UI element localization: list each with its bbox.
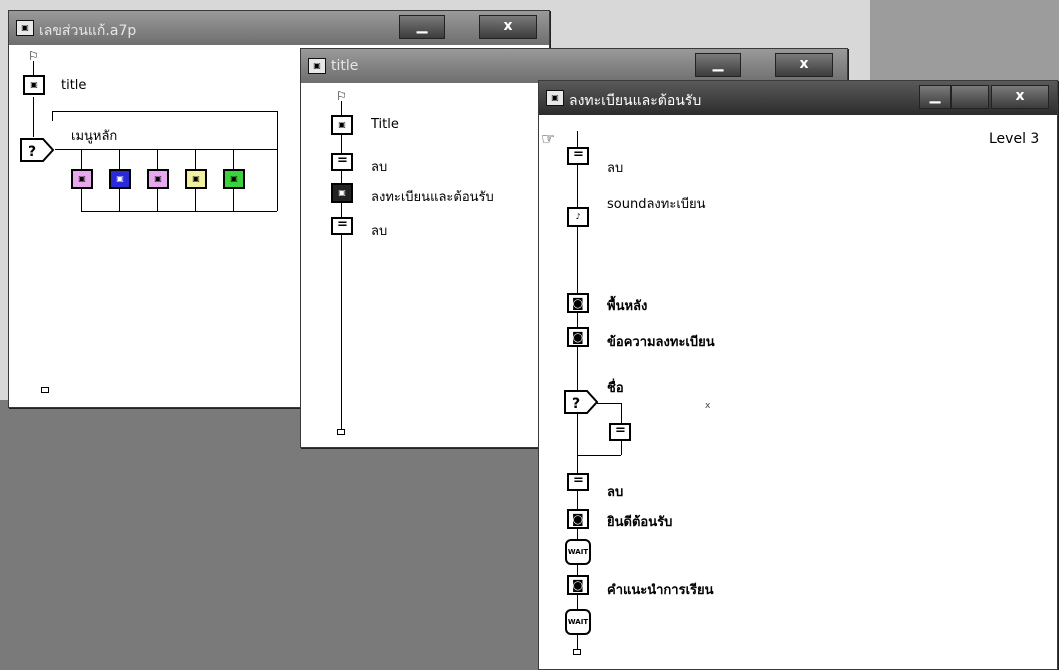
flowline [33,61,34,75]
flow-item-label: ลบ [371,224,388,239]
calculation-icon[interactable] [331,217,353,235]
main-window-title: เลขส่วนแก้.a7p [39,23,137,39]
end-flag-icon[interactable] [573,649,581,655]
branch-line [577,455,621,456]
flow-item-label: ลบ [371,160,388,175]
svg-text:?: ? [572,396,580,412]
close-button[interactable]: x [479,15,537,39]
branch-map-icon[interactable]: ▣ [185,169,207,189]
register-flowline-window[interactable]: ▣ ลงทะเบียนและต้อนรับ ▁ x Level 3 ☞ ลบ ♪… [538,80,1058,670]
decision-icon[interactable]: ? [563,389,599,415]
wait-icon[interactable]: WAIT [565,539,591,565]
flowline [33,97,34,137]
maximize-button[interactable] [951,85,989,109]
display-icon[interactable] [567,327,589,347]
register-flowline-canvas[interactable]: Level 3 ☞ ลบ ♪ soundลงทะเบียน พื้นหลัง ข… [539,115,1057,669]
map-icon: ▣ [546,90,564,106]
register-window-titlebar[interactable]: ▣ ลงทะเบียนและต้อนรับ ▁ x [539,81,1057,115]
calculation-icon[interactable] [567,473,589,491]
minimize-button[interactable]: ▁ [695,53,741,77]
close-button[interactable]: x [991,85,1049,109]
calculation-icon[interactable] [331,153,353,171]
flow-item-label: soundลงทะเบียน [607,197,706,212]
loop-line [277,111,278,151]
flow-item-label: ลบ [607,161,624,176]
title-window-title: title [331,58,359,74]
display-icon[interactable] [567,293,589,313]
wait-icon[interactable]: WAIT [565,609,591,635]
flow-item-label: เมนูหลัก [71,129,118,144]
flow-item-label: ข้อความลงทะเบียน [607,335,715,350]
branch-map-icon[interactable]: ▣ [71,169,93,189]
flow-item-label: ยินดีต้อนรับ [607,515,673,530]
display-icon[interactable] [567,575,589,595]
register-window-title: ลงทะเบียนและต้อนรับ [569,93,702,109]
branch-line [597,403,621,404]
branch-map-icon[interactable]: ▣ [223,169,245,189]
flow-item-label: title [61,78,87,93]
calculation-icon[interactable] [609,423,631,441]
flow-item-label: Title [371,117,399,132]
minimize-button[interactable]: ▁ [399,15,445,39]
branch-map-icon[interactable]: ▣ [109,169,131,189]
minimize-button[interactable]: ▁ [919,85,951,109]
map-icon: ▣ [308,58,326,74]
map-icon[interactable]: ▣ [331,183,353,203]
close-button[interactable]: x [775,53,833,77]
svg-text:?: ? [28,144,36,160]
calculation-icon[interactable] [567,147,589,165]
hand-pointer-icon: ☞ [541,129,556,148]
end-flag-icon[interactable] [41,387,49,393]
branch-map-icon[interactable]: ▣ [147,169,169,189]
title-window-titlebar[interactable]: ▣ title ▁ x [301,49,847,83]
branch-line [81,211,277,212]
sound-icon[interactable]: ♪ [567,207,589,227]
flow-item-label: ลงทะเบียนและต้อนรับ [371,190,494,205]
branch-line [277,149,278,211]
branch-line [55,149,277,150]
main-window-titlebar[interactable]: ▣ เลขส่วนแก้.a7p ▁ x [9,11,549,45]
loop-line [52,111,53,121]
flow-item-label: พื้นหลัง [607,299,648,314]
flow-item-label: คำแนะนำการเรียน [607,583,714,598]
desktop-strip [870,0,1059,85]
flowline [341,101,342,431]
map-icon[interactable]: ▣ [23,75,45,95]
level-indicator: Level 3 [989,131,1040,147]
flow-item-label: ลบ [607,485,624,500]
map-icon[interactable]: ▣ [331,115,353,135]
loop-line [52,111,277,112]
flow-item-label: ชื่อ [607,381,624,396]
display-icon[interactable] [567,509,589,529]
decision-icon[interactable]: ? [19,137,55,163]
map-icon: ▣ [16,20,34,36]
end-flag-icon[interactable] [337,429,345,435]
canvas-mark: x [705,401,711,411]
